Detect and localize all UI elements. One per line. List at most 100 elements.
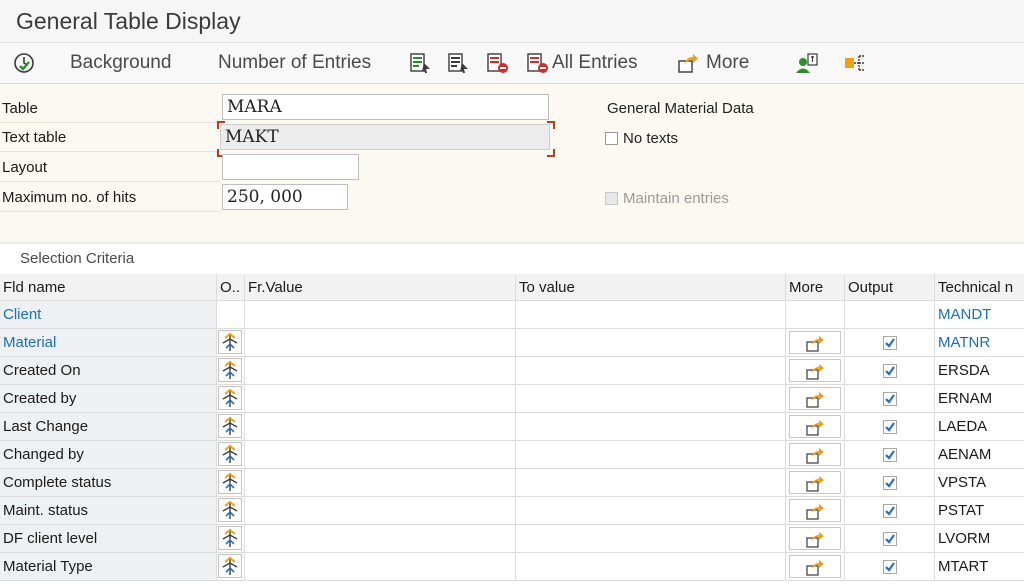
to-value-input[interactable] (516, 469, 786, 496)
more-cell (786, 441, 845, 468)
output-checkbox[interactable] (883, 448, 897, 462)
to-value-input[interactable] (516, 413, 786, 440)
report-select-button[interactable] (446, 43, 470, 83)
column-header-more[interactable]: More (786, 274, 845, 300)
text-table-input: MAKT (220, 124, 550, 150)
selection-criteria-title: Selection Criteria (20, 250, 135, 267)
max-hits-input[interactable]: 250, 000 (222, 184, 348, 210)
selection-options-button[interactable] (218, 386, 242, 410)
more-cell (786, 329, 845, 356)
to-value-input[interactable] (516, 357, 786, 384)
selection-option-cell (217, 413, 245, 440)
all-entries-button[interactable]: All Entries (525, 43, 638, 83)
multiple-selection-button[interactable] (789, 555, 841, 578)
table-row: Created On ERSDA (0, 357, 1024, 385)
to-value-input[interactable] (516, 525, 786, 552)
from-value-input[interactable] (245, 329, 516, 356)
report-button[interactable] (408, 43, 432, 83)
selection-options-button[interactable] (218, 414, 242, 438)
from-value-input[interactable] (245, 525, 516, 552)
column-header-output[interactable]: Output (845, 274, 935, 300)
selection-options-button[interactable] (218, 498, 242, 522)
table-input[interactable]: MARA (222, 94, 549, 120)
column-header-technical-name[interactable]: Technical n (935, 274, 1024, 300)
multiple-selection-button[interactable] (789, 443, 841, 466)
more-arrow-icon (806, 503, 824, 520)
execute-button[interactable] (12, 43, 36, 83)
page-title: General Table Display (16, 8, 241, 34)
table-row: Complete status VPSTA (0, 469, 1024, 497)
selection-options-icon (222, 444, 238, 463)
output-checkbox[interactable] (883, 364, 897, 378)
output-checkbox[interactable] (883, 504, 897, 518)
hierarchy-button[interactable] (843, 43, 867, 83)
delete-row-button[interactable] (485, 43, 509, 83)
title-bar: General Table Display (0, 0, 1024, 43)
no-texts-checkbox[interactable] (605, 132, 618, 145)
output-checkbox[interactable] (883, 420, 897, 434)
technical-name: ERNAM (938, 390, 993, 407)
selection-grid: Fld name O.. Fr.Value To value More Outp… (0, 274, 1024, 588)
report-icon (408, 51, 432, 75)
more-button[interactable]: More (676, 43, 749, 83)
from-value-input[interactable] (245, 469, 516, 496)
more-cell (786, 301, 845, 328)
multiple-selection-button[interactable] (789, 527, 841, 550)
output-checkbox[interactable] (883, 532, 897, 546)
to-value-input[interactable] (516, 553, 786, 580)
selection-options-button[interactable] (218, 526, 242, 550)
multiple-selection-button[interactable] (789, 471, 841, 494)
column-header-fld-name[interactable]: Fld name (0, 274, 217, 300)
multiple-selection-button[interactable] (789, 331, 841, 354)
field-name: Material Type (0, 553, 217, 580)
to-value-input[interactable] (516, 329, 786, 356)
to-value-input[interactable] (516, 441, 786, 468)
selection-options-button[interactable] (218, 442, 242, 466)
more-arrow-icon (806, 447, 824, 464)
to-value-input[interactable] (516, 497, 786, 524)
user-settings-button[interactable] (795, 43, 819, 83)
table-row: Changed by AENAM (0, 441, 1024, 469)
selection-options-button[interactable] (218, 330, 242, 354)
from-value-input (245, 301, 516, 328)
from-value-input[interactable] (245, 497, 516, 524)
selection-option-cell (217, 469, 245, 496)
from-value-input[interactable] (245, 357, 516, 384)
output-checkbox[interactable] (883, 476, 897, 490)
field-name[interactable]: Material (0, 329, 217, 356)
field-name[interactable]: Client (0, 301, 217, 328)
from-value-input[interactable] (245, 413, 516, 440)
field-name: Changed by (0, 441, 217, 468)
from-value-input[interactable] (245, 441, 516, 468)
layout-input[interactable] (222, 154, 359, 180)
more-label: More (706, 52, 750, 73)
to-value-input[interactable] (516, 385, 786, 412)
column-header-to-value[interactable]: To value (516, 274, 786, 300)
multiple-selection-button[interactable] (789, 415, 841, 438)
text-table-label: Text table (0, 123, 220, 152)
from-value-input[interactable] (245, 553, 516, 580)
output-checkbox[interactable] (883, 392, 897, 406)
selection-option-cell (217, 357, 245, 384)
hierarchy-icon (843, 51, 867, 75)
from-value-input[interactable] (245, 385, 516, 412)
selection-options-button[interactable] (218, 470, 242, 494)
output-checkbox[interactable] (883, 560, 897, 574)
more-cell (786, 525, 845, 552)
selection-option-cell (217, 385, 245, 412)
output-checkbox[interactable] (883, 336, 897, 350)
selection-options-button[interactable] (218, 554, 242, 578)
all-entries-label: All Entries (552, 52, 638, 73)
multiple-selection-button[interactable] (789, 359, 841, 382)
technical-name: AENAM (938, 446, 992, 463)
table-row: DF client level LVORM (0, 525, 1024, 553)
selection-options-icon (222, 528, 238, 547)
background-button[interactable]: Background (64, 43, 171, 83)
column-header-from-value[interactable]: Fr.Value (245, 274, 516, 300)
multiple-selection-button[interactable] (789, 499, 841, 522)
multiple-selection-button[interactable] (789, 387, 841, 410)
selection-options-button[interactable] (218, 358, 242, 382)
number-of-entries-button[interactable]: Number of Entries (212, 43, 371, 83)
table-label: Table (0, 94, 220, 123)
column-header-option[interactable]: O.. (217, 274, 245, 300)
